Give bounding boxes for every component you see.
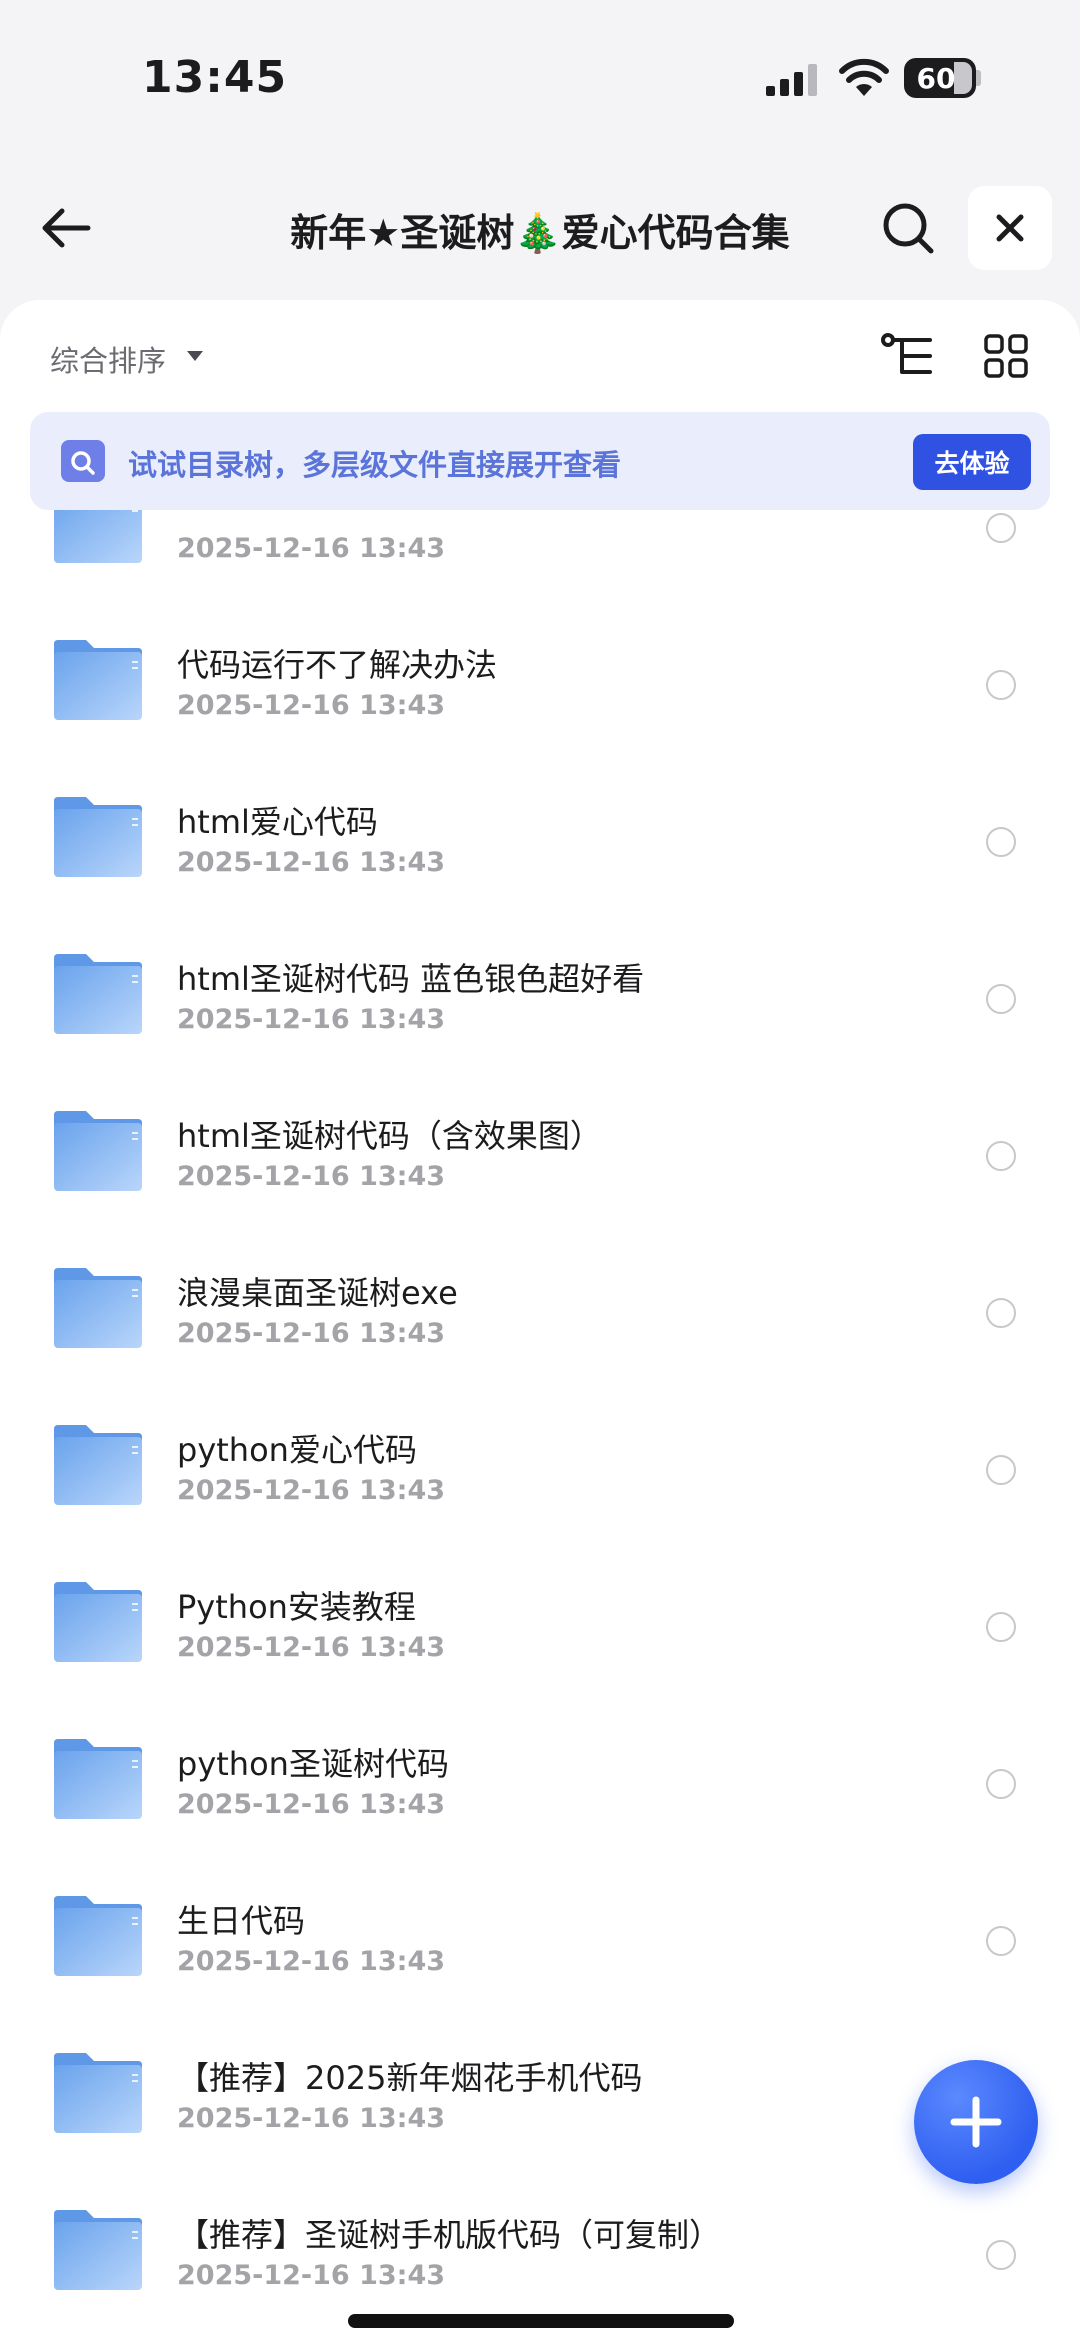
select-radio[interactable]: [986, 1612, 1016, 1642]
add-button[interactable]: [914, 2060, 1038, 2184]
file-date: 2025-12-16 13:43: [177, 690, 446, 721]
file-date: 2025-12-16 13:43: [177, 1789, 446, 1820]
file-name: html爱心代码: [177, 803, 378, 841]
list-item[interactable]: 【推荐】圣诞树手机版代码（可复制） 2025-12-16 13:43: [0, 2174, 1080, 2331]
list-item[interactable]: Python安装教程 2025-12-16 13:43: [0, 1546, 1080, 1703]
battery-level: 60: [916, 61, 956, 95]
file-name: python圣诞树代码: [177, 1745, 449, 1783]
file-name: Python安装教程: [177, 1588, 416, 1626]
arrow-left-icon: [42, 208, 91, 248]
battery-cap: [976, 70, 981, 86]
folder-icon: [52, 1423, 144, 1507]
file-date: 2025-12-16 13:43: [177, 1161, 446, 1192]
folder-icon: [52, 1894, 144, 1978]
list-item[interactable]: 浪漫桌面圣诞树exe 2025-12-16 13:43: [0, 1232, 1080, 1389]
sort-dropdown[interactable]: 综合排序: [50, 338, 166, 380]
nav-bar: 新年★圣诞树🎄爱心代码合集: [0, 180, 1080, 276]
file-name: 生日代码: [177, 1902, 306, 1940]
page-title: 新年★圣诞树🎄爱心代码合集: [290, 211, 790, 255]
folder-icon: [52, 1109, 144, 1193]
file-date: 2025-12-16 13:43: [177, 847, 446, 878]
list-item[interactable]: 【推荐】2025新年烟花手机代码 2025-12-16 13:43: [0, 2017, 1080, 2174]
search-button[interactable]: [880, 200, 936, 256]
folder-icon: [52, 638, 144, 722]
select-radio[interactable]: [986, 827, 1016, 857]
battery-icon: 60: [904, 58, 976, 98]
folder-icon: [52, 2208, 144, 2292]
plus-icon: [950, 2096, 1002, 2148]
sort-toolbar: 综合排序: [0, 300, 1080, 410]
status-bar: 13:45 60: [0, 0, 1080, 150]
list-item[interactable]: 代码运行不了解决办法 2025-12-16 13:43: [0, 604, 1080, 761]
select-radio[interactable]: [986, 1298, 1016, 1328]
cellular-signal-icon: [766, 64, 817, 96]
list-item[interactable]: html圣诞树代码（含效果图） 2025-12-16 13:43: [0, 1075, 1080, 1232]
select-radio[interactable]: [986, 513, 1016, 543]
file-name: python爱心代码: [177, 1431, 417, 1469]
list-item[interactable]: 生日代码 2025-12-16 13:43: [0, 1860, 1080, 2017]
folder-icon: [52, 1737, 144, 1821]
wifi-icon: [839, 58, 889, 96]
file-date: 2025-12-16 13:43: [177, 2260, 446, 2291]
list-item[interactable]: html爱心代码 2025-12-16 13:43: [0, 761, 1080, 918]
select-radio[interactable]: [986, 1141, 1016, 1171]
folder-icon: [52, 2051, 144, 2135]
file-name: 代码运行不了解决办法: [177, 646, 498, 684]
file-name: html圣诞树代码 蓝色银色超好看: [177, 960, 645, 998]
try-it-button[interactable]: 去体验: [913, 434, 1031, 490]
select-radio[interactable]: [986, 984, 1016, 1014]
caret-down-icon[interactable]: [186, 350, 204, 362]
list-item[interactable]: python圣诞树代码 2025-12-16 13:43: [0, 1703, 1080, 1860]
select-radio[interactable]: [986, 1926, 1016, 1956]
folder-icon: [52, 795, 144, 879]
file-date: 2025-12-16 13:43: [177, 1632, 446, 1663]
folder-search-icon: [61, 440, 105, 482]
file-list-sheet: 2025-12-16 13:43 代码运行不了解决办法 2025-12-16 1…: [0, 300, 1080, 2347]
list-item[interactable]: html圣诞树代码 蓝色银色超好看 2025-12-16 13:43: [0, 918, 1080, 1075]
back-button[interactable]: [36, 200, 96, 256]
status-time: 13:45: [142, 52, 288, 103]
tip-text: 试试目录树，多层级文件直接展开查看: [128, 448, 622, 482]
close-icon: [996, 214, 1024, 242]
file-date: 2025-12-16 13:43: [177, 1004, 446, 1035]
file-date: 2025-12-16 13:43: [177, 2103, 446, 2134]
select-radio[interactable]: [986, 1455, 1016, 1485]
grid-view-icon[interactable]: [984, 334, 1028, 378]
directory-tree-tip-banner[interactable]: 试试目录树，多层级文件直接展开查看 去体验: [30, 412, 1050, 510]
file-date: 2025-12-16 13:43: [177, 1946, 446, 1977]
file-name: html圣诞树代码（含效果图）: [177, 1117, 602, 1155]
folder-icon: [52, 1266, 144, 1350]
home-indicator: [348, 2314, 734, 2328]
list-item[interactable]: python爱心代码 2025-12-16 13:43: [0, 1389, 1080, 1546]
directory-tree-icon[interactable]: [880, 332, 936, 380]
folder-icon: [52, 1580, 144, 1664]
file-name: 【推荐】圣诞树手机版代码（可复制）: [177, 2216, 722, 2254]
close-button[interactable]: [968, 186, 1052, 270]
file-date: 2025-12-16 13:43: [177, 1475, 446, 1506]
select-radio[interactable]: [986, 1769, 1016, 1799]
search-icon: [883, 203, 934, 254]
folder-icon: [52, 952, 144, 1036]
select-radio[interactable]: [986, 670, 1016, 700]
file-date: 2025-12-16 13:43: [177, 533, 446, 564]
file-name: 【推荐】2025新年烟花手机代码: [177, 2059, 643, 2097]
select-radio[interactable]: [986, 2240, 1016, 2270]
file-name: 浪漫桌面圣诞树exe: [177, 1274, 458, 1312]
file-date: 2025-12-16 13:43: [177, 1318, 446, 1349]
